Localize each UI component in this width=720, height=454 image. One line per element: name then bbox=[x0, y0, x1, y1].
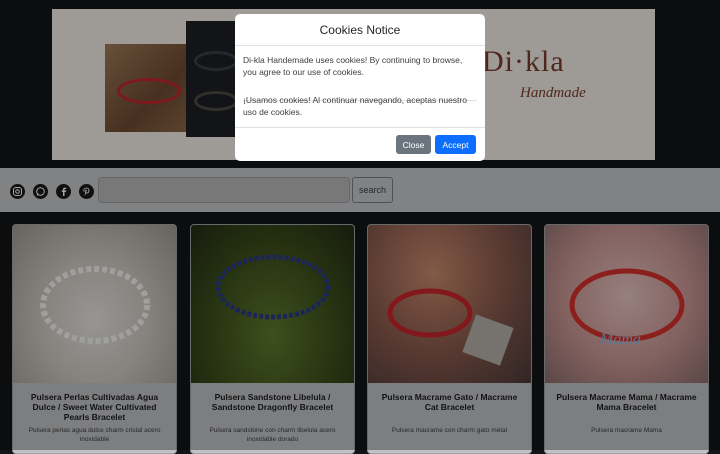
close-button[interactable]: Close bbox=[396, 135, 431, 154]
cookies-modal: Cookies Notice Di-kla Handemade uses coo… bbox=[235, 14, 485, 161]
modal-header-divider bbox=[235, 45, 485, 46]
accept-button[interactable]: Accept bbox=[435, 135, 476, 154]
cookie-text-spanish: ¡Usamos cookies! Al continuar navegando,… bbox=[243, 95, 467, 117]
modal-footer-divider bbox=[235, 127, 485, 128]
modal-title: Cookies Notice bbox=[319, 23, 401, 37]
cookie-text-english: Di-kla Handemade uses cookies! By contin… bbox=[243, 55, 463, 77]
